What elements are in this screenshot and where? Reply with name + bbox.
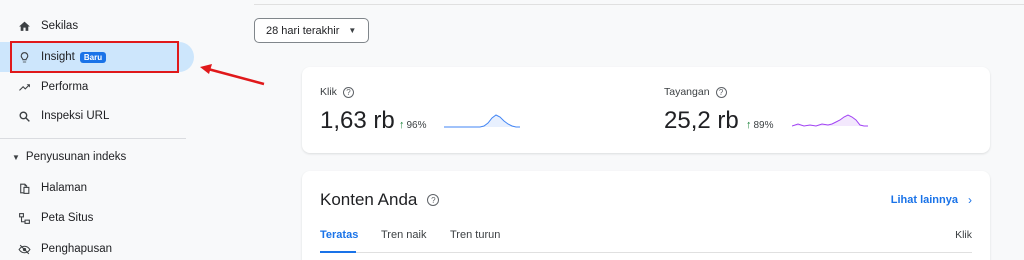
sidebar-item-label: Inspeksi URL [41, 110, 110, 122]
section-indexing-toggle[interactable]: ▼ Penyusunan indeks [12, 151, 126, 163]
active-tab-indicator [320, 251, 356, 253]
impressions-sparkline [792, 114, 868, 127]
chevron-right-icon: › [968, 193, 972, 207]
arrow-up-icon: ↑ [399, 119, 405, 131]
tabs-divider [320, 252, 972, 253]
sidebar-item-url-inspection[interactable]: Inspeksi URL [0, 101, 194, 131]
sidebar-item-label: Performa [41, 81, 89, 93]
section-label: Penyusunan indeks [25, 151, 127, 163]
metric-label-text: Klik [320, 86, 337, 98]
content-card: Konten Anda ? Lihat lainnya › Teratas Tr… [302, 171, 990, 260]
help-icon[interactable]: ? [427, 194, 440, 206]
content-title-text: Konten Anda [320, 190, 418, 209]
arrow-up-icon: ↑ [746, 119, 752, 131]
top-divider [254, 4, 1024, 5]
help-icon[interactable]: ? [715, 86, 727, 98]
sidebar-item-overview[interactable]: Sekilas [0, 11, 194, 41]
tab-top[interactable]: Teratas [320, 229, 358, 241]
see-more-label: Lihat lainnya [890, 194, 958, 206]
sidebar-divider [0, 138, 186, 139]
metric-label: Tayangan ? [664, 86, 727, 98]
help-icon[interactable]: ? [342, 86, 354, 98]
sidebar-item-label: Peta Situs [41, 212, 94, 224]
metric-change: ↑ 89% [746, 119, 774, 131]
date-range-dropdown[interactable]: 28 hari terakhir ▼ [254, 18, 369, 43]
metrics-card[interactable]: Klik ? 1,63 rb ↑ 96% Tayangan ? 25,2 rb ↑… [302, 67, 990, 153]
annotation-highlight-box [10, 41, 179, 73]
see-more-link[interactable]: Lihat lainnya › [891, 193, 972, 207]
clicks-sparkline [444, 114, 520, 128]
sidebar-item-removals[interactable]: Penghapusan [0, 234, 194, 260]
sitemap-icon [17, 211, 31, 225]
metric-label-text: Tayangan [664, 86, 710, 98]
annotation-arrow-icon [200, 64, 265, 86]
tab-trending-down[interactable]: Tren turun [450, 229, 500, 241]
tab-trending-up[interactable]: Tren naik [381, 229, 426, 241]
metric-change-value: 89% [753, 120, 774, 131]
sidebar-item-label: Penghapusan [41, 243, 112, 255]
pages-icon [17, 181, 31, 195]
sidebar-item-label: Halaman [41, 182, 88, 194]
sidebar-item-pages[interactable]: Halaman [0, 173, 194, 203]
dropdown-arrow-icon: ▼ [348, 26, 357, 35]
search-icon [17, 109, 31, 123]
metric-change: ↑ 96% [399, 119, 427, 131]
metric-value: 25,2 rb [664, 107, 739, 134]
metric-value: 1,63 rb [320, 107, 395, 134]
sidebar: Sekilas Insight Baru Performa Inspeksi U… [0, 0, 200, 260]
metric-change-value: 96% [406, 120, 427, 131]
sidebar-item-label: Sekilas [41, 20, 79, 32]
trending-up-icon [17, 80, 31, 94]
caret-down-icon: ▼ [12, 152, 20, 162]
metric-label: Klik ? [320, 86, 354, 98]
date-range-label: 28 hari terakhir [266, 24, 340, 37]
content-title: Konten Anda ? [320, 190, 440, 210]
sidebar-item-performance[interactable]: Performa [0, 72, 194, 102]
home-icon [17, 19, 31, 33]
sidebar-item-sitemaps[interactable]: Peta Situs [0, 203, 194, 233]
column-header-clicks: Klik [955, 229, 972, 241]
visibility-off-icon [17, 242, 31, 256]
